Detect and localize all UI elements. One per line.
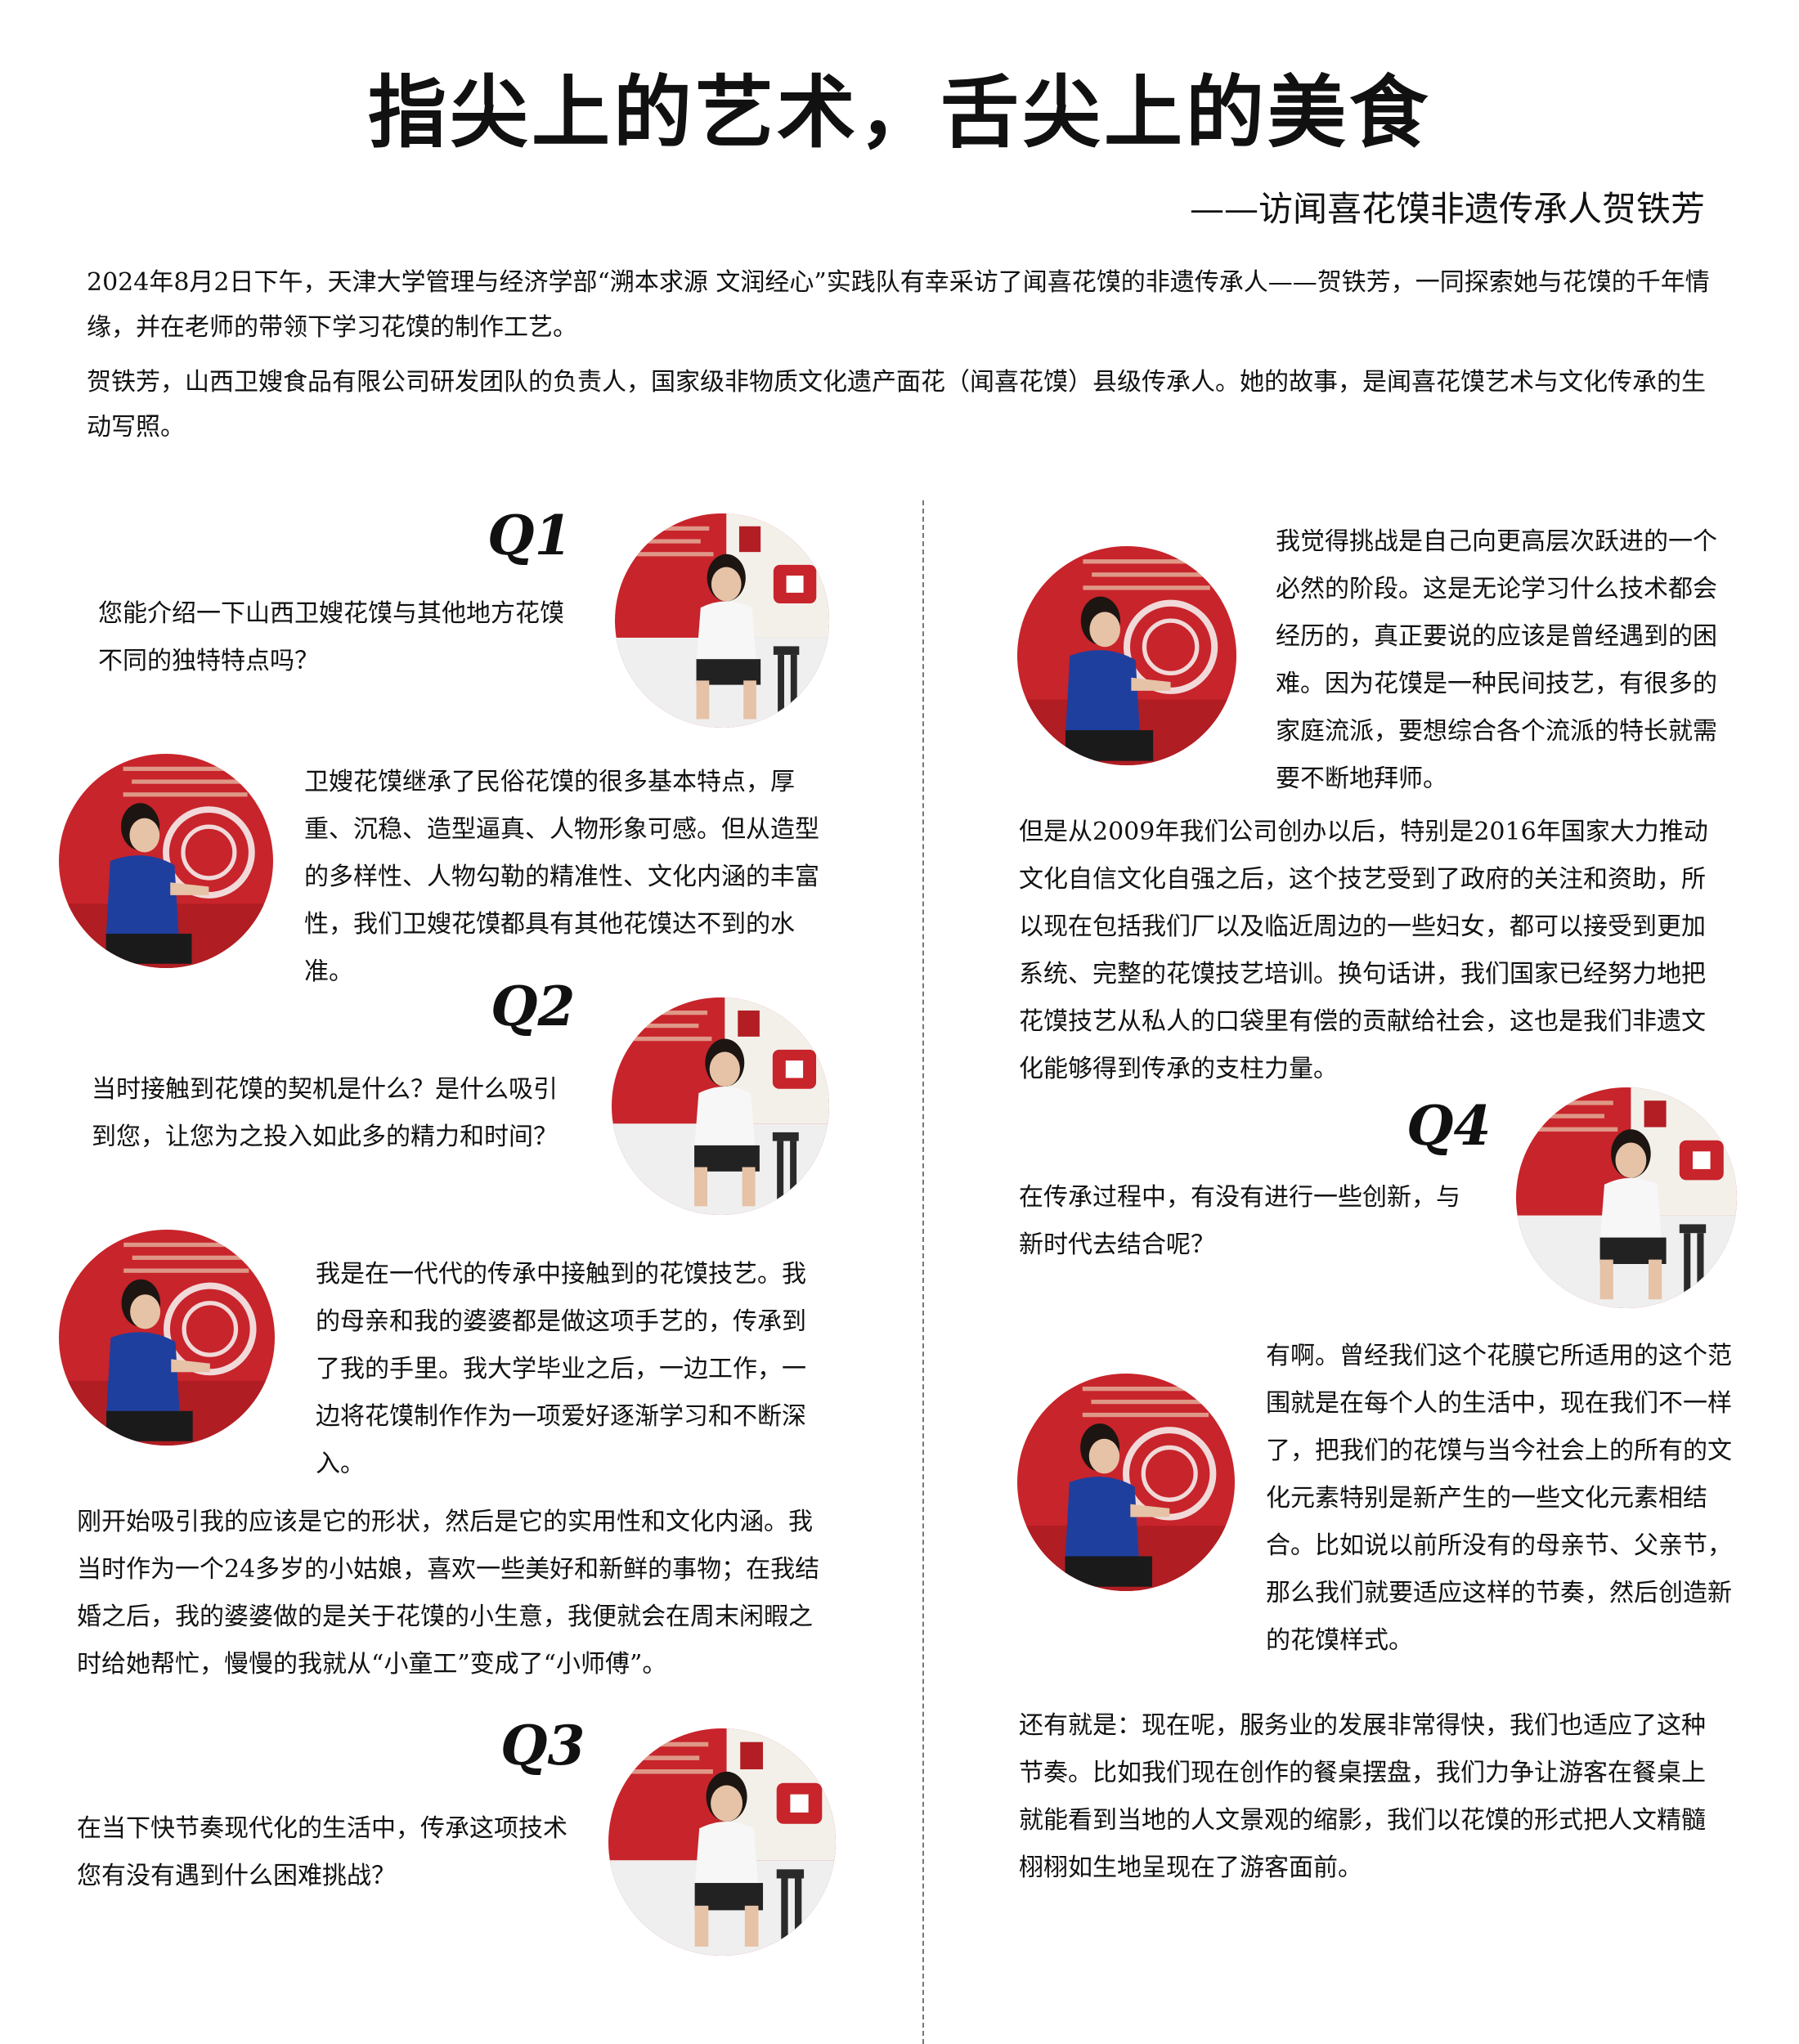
student-photo-image — [612, 997, 829, 1215]
q2-interviewee-photo — [59, 1230, 275, 1446]
q2-answer-part-1: 我是在一代代的传承中接触到的花馍技艺。我的母亲和我的婆婆都是做这项手艺的，传承到… — [316, 1260, 806, 1478]
q1-interviewer-photo — [615, 513, 829, 728]
column-divider — [922, 500, 924, 2044]
q1-interviewee-photo — [59, 754, 273, 968]
page-title: 指尖上的艺术，舌尖上的美食 — [368, 66, 1431, 159]
q4-interviewer-photo — [1516, 1087, 1737, 1308]
q3-question: 在当下快节奏现代化的生活中，传承这项技术您有没有遇到什么困难挑战？ — [77, 1814, 568, 1890]
q3-interviewee-photo — [1017, 546, 1236, 765]
q4-label: Q4 — [1406, 1094, 1492, 1158]
q2-interviewer-photo — [612, 997, 829, 1215]
intro-paragraph-1: 2024年8月2日下午，天津大学管理与经济学部“溯本求源 文润经心”实践队有幸采… — [87, 268, 1710, 342]
inheritor-photo-image — [1017, 546, 1236, 765]
student-photo-image — [1516, 1087, 1737, 1308]
inheritor-photo-image — [59, 754, 273, 968]
inheritor-photo-image — [59, 1230, 275, 1446]
q1-answer: 卫嫂花馍继承了民俗花馍的很多基本特点，厚重、沉稳、造型逼真、人物形象可感。但从造… — [304, 768, 819, 986]
page-subtitle: ——访闻喜花馍非遗传承人贺铁芳 — [1189, 189, 1705, 229]
q4-answer-part-2: 还有就是：现在呢，服务业的发展非常得快，我们也适应了这种节奏。比如我们现在创作的… — [1019, 1711, 1706, 1882]
q1-question: 您能介绍一下山西卫嫂花馍与其他地方花馍不同的独特特点吗？ — [98, 599, 564, 675]
student-photo-image — [608, 1728, 836, 1956]
intro-paragraph-2: 贺铁芳，山西卫嫂食品有限公司研发团队的负责人，国家级非物质文化遗产面花（闻喜花馍… — [87, 368, 1706, 442]
q2-answer-part-2: 刚开始吸引我的应该是它的形状，然后是它的实用性和文化内涵。我当时作为一个24多岁… — [77, 1508, 820, 1679]
q4-answer-part-1: 有啊。曾经我们这个花膜它所适用的这个范围就是在每个人的生活中，现在我们不一样了，… — [1266, 1342, 1732, 1655]
q3-label: Q3 — [500, 1714, 585, 1777]
q4-interviewee-photo — [1017, 1374, 1235, 1591]
q2-question: 当时接触到花馍的契机是什么？是什么吸引到您，让您为之投入如此多的精力和时间？ — [92, 1075, 558, 1151]
q3-answer-part-1: 我觉得挑战是自己向更高层次跃进的一个必然的阶段。这是无论学习什么技术都会经历的，… — [1276, 527, 1717, 793]
q2-label: Q2 — [491, 975, 576, 1038]
student-photo-image — [615, 513, 829, 728]
q3-answer-part-2: 但是从2009年我们公司创办以后，特别是2016年国家大力推动文化自信文化自强之… — [1019, 818, 1708, 1083]
q4-question: 在传承过程中，有没有进行一些创新，与新时代去结合呢？ — [1019, 1183, 1460, 1259]
q1-label: Q1 — [487, 504, 572, 567]
inheritor-photo-image — [1017, 1374, 1235, 1591]
q3-interviewer-photo — [608, 1728, 836, 1956]
